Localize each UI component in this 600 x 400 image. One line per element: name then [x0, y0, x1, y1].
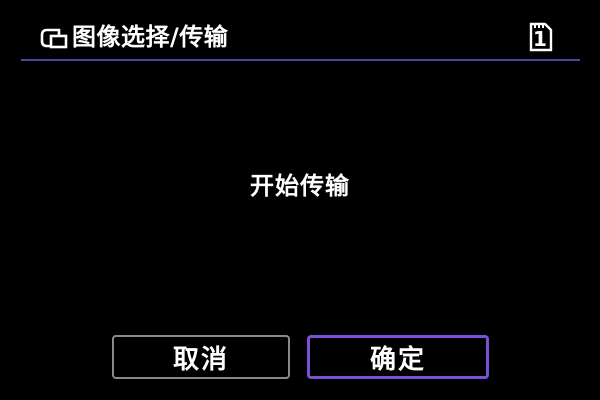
dialog-message: 开始传输 [250, 172, 350, 200]
header-bar: 图像选择/传输 1 [0, 0, 600, 60]
image-transfer-icon [40, 28, 68, 49]
ok-button[interactable]: 确定 [307, 335, 489, 379]
header-divider [21, 59, 580, 61]
memory-card-icon: 1 [527, 22, 553, 52]
page-title: 图像选择/传输 [72, 23, 229, 51]
cancel-button[interactable]: 取消 [112, 335, 290, 379]
card-slot-number: 1 [533, 27, 547, 51]
